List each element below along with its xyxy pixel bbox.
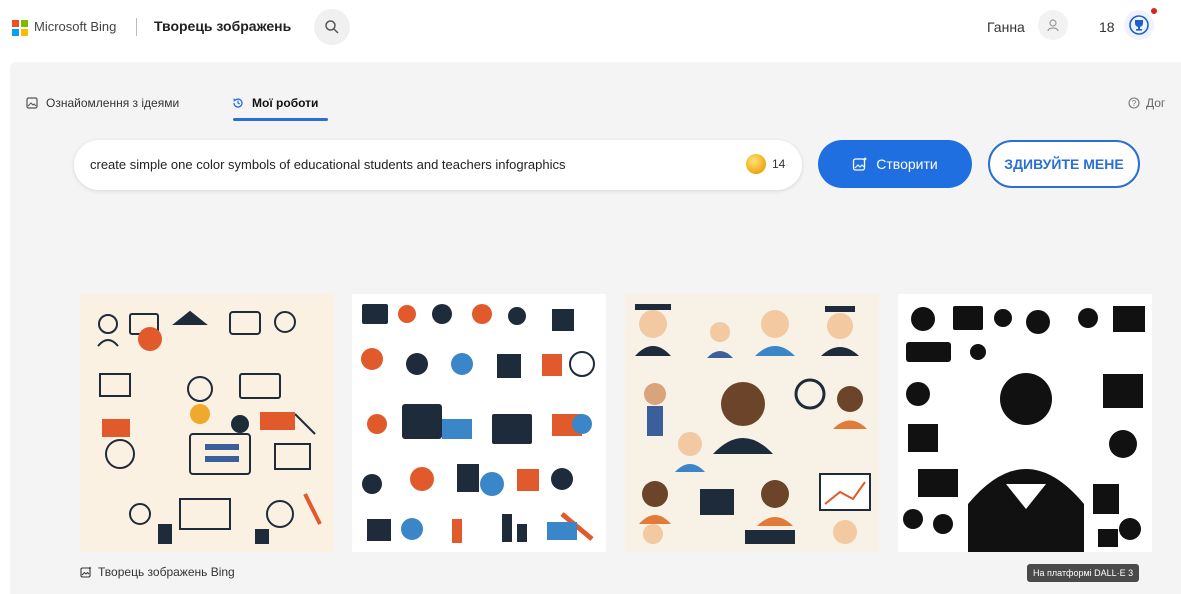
generated-image-2[interactable] xyxy=(352,294,606,552)
microsoft-logo-icon[interactable] xyxy=(12,20,28,36)
tab-explore-ideas[interactable]: Ознайомлення з ідеями xyxy=(26,96,179,110)
image-gallery xyxy=(80,294,1160,552)
history-icon xyxy=(233,98,243,108)
help-link[interactable]: ? Дог xyxy=(1128,96,1165,110)
create-button-label: Створити xyxy=(876,156,938,172)
generated-image-1[interactable] xyxy=(80,294,334,552)
rewards-count[interactable]: 18 xyxy=(1099,19,1115,35)
header-divider xyxy=(136,18,137,36)
generated-image-3[interactable] xyxy=(625,294,879,552)
generated-image-4[interactable] xyxy=(898,294,1152,552)
product-title[interactable]: Творець зображень xyxy=(154,18,291,34)
avatar[interactable] xyxy=(1038,10,1068,40)
search-button[interactable] xyxy=(314,9,350,45)
boost-coin-icon xyxy=(746,154,766,174)
rewards-button[interactable] xyxy=(1124,10,1154,40)
svg-text:?: ? xyxy=(1132,99,1137,108)
footer-brand-label: Творець зображень Bing xyxy=(98,565,235,579)
help-label: Дог xyxy=(1146,96,1166,110)
footer-brand[interactable]: Творець зображень Bing xyxy=(80,565,235,579)
user-name[interactable]: Ганна xyxy=(987,19,1025,35)
surprise-me-button[interactable]: ЗДИВУЙТЕ МЕНЕ xyxy=(988,140,1140,188)
tab-my-creations[interactable]: Мої роботи xyxy=(232,96,318,110)
main-panel: Ознайомлення з ідеями Мої роботи ? Дог c… xyxy=(10,62,1181,594)
help-icon: ? xyxy=(1128,97,1140,109)
search-icon xyxy=(325,20,339,34)
active-tab-indicator xyxy=(233,118,328,121)
boost-counter[interactable]: 14 xyxy=(746,154,785,174)
dalle-badge: На платформі DALL·E 3 xyxy=(1027,564,1140,582)
sparkle-image-icon xyxy=(853,157,868,171)
tab-explore-ideas-label: Ознайомлення з ідеями xyxy=(46,96,180,110)
prompt-input[interactable]: create simple one color symbols of educa… xyxy=(90,157,566,172)
brand-label[interactable]: Microsoft Bing xyxy=(34,19,116,34)
notification-dot xyxy=(1151,8,1157,14)
image-icon xyxy=(26,97,38,109)
surprise-me-label: ЗДИВУЙТЕ МЕНЕ xyxy=(1004,156,1124,172)
user-icon xyxy=(1047,19,1059,32)
create-button[interactable]: Створити xyxy=(818,140,972,188)
image-creator-icon xyxy=(80,566,92,578)
boost-count: 14 xyxy=(772,157,786,171)
prompt-field[interactable]: create simple one color symbols of educa… xyxy=(74,140,802,190)
trophy-icon xyxy=(1129,15,1149,35)
tab-my-creations-label: Мої роботи xyxy=(252,96,319,110)
top-bar: Microsoft Bing Творець зображень Ганна 1… xyxy=(0,0,1181,58)
